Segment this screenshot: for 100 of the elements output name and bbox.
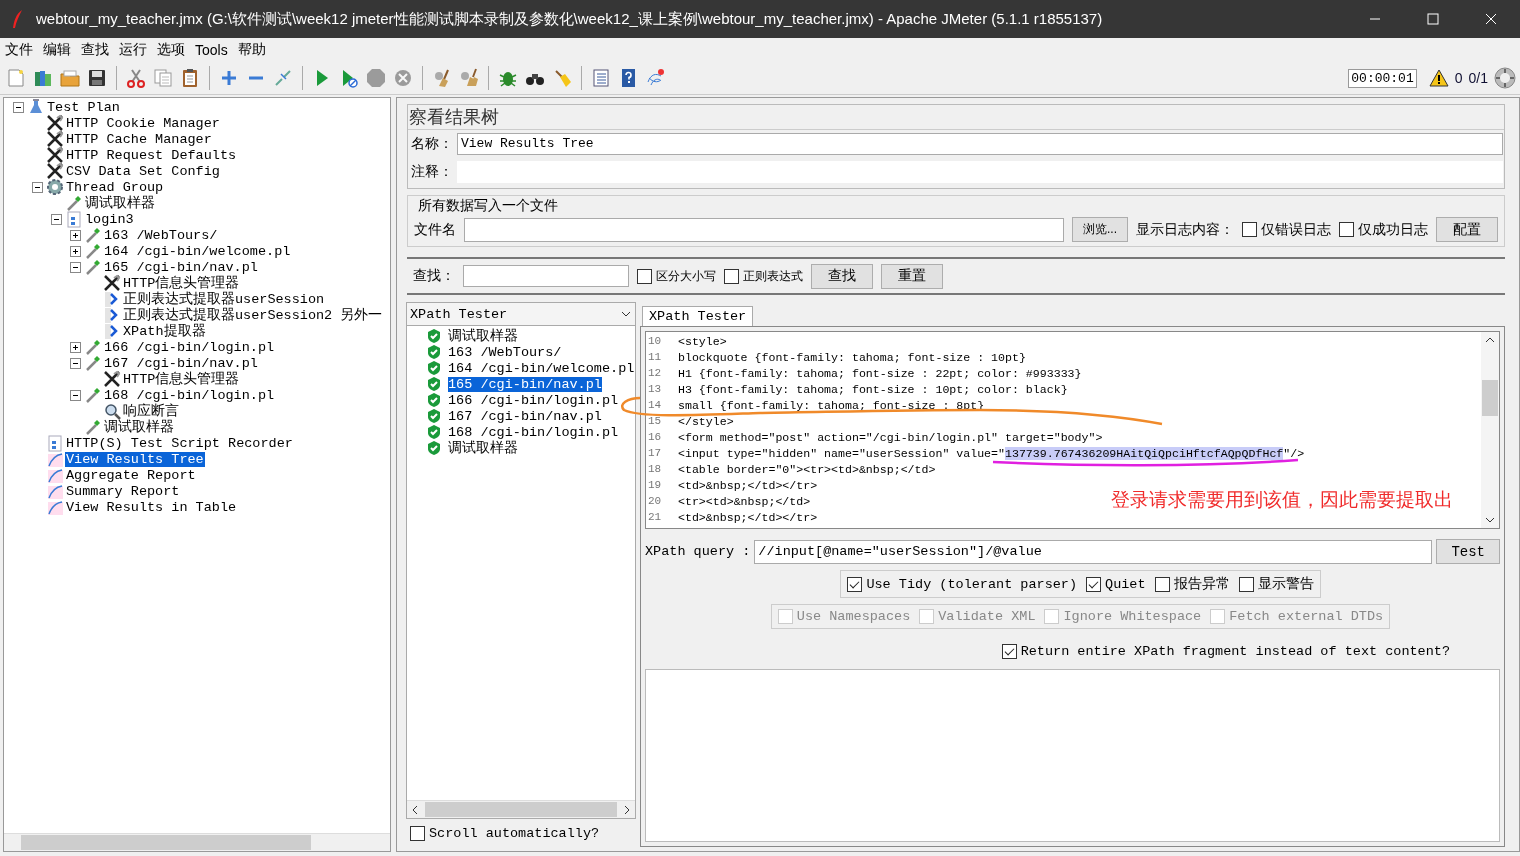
broom-icon[interactable] xyxy=(432,68,452,88)
checkbox[interactable] xyxy=(1001,643,1017,659)
tree-item[interactable]: View Results in Table xyxy=(65,499,238,515)
result-item[interactable]: 调试取样器 xyxy=(448,327,518,345)
checkbox[interactable] xyxy=(410,825,425,841)
tree-item[interactable]: 168 /cgi-bin/login.pl xyxy=(103,387,276,403)
tree-item[interactable]: Aggregate Report xyxy=(65,467,197,483)
expand-toggle[interactable] xyxy=(31,181,43,193)
result-item[interactable]: 167 /cgi-bin/nav.pl xyxy=(448,408,602,424)
checkbox[interactable] xyxy=(1242,222,1257,237)
tree-item[interactable]: Thread Group xyxy=(65,179,165,195)
expand-toggle[interactable] xyxy=(69,341,81,353)
tree-item[interactable]: 165 /cgi-bin/nav.pl xyxy=(103,259,259,275)
scrollbar[interactable] xyxy=(4,833,390,851)
menu-item[interactable]: 查找 xyxy=(80,41,110,59)
checkbox[interactable] xyxy=(637,268,652,284)
network-icon[interactable] xyxy=(645,68,665,88)
name-field[interactable]: View Results Tree xyxy=(457,133,1503,155)
tree-item[interactable]: 166 /cgi-bin/login.pl xyxy=(103,339,276,355)
comment-field[interactable] xyxy=(457,161,1503,183)
tree-item[interactable]: HTTP Cache Manager xyxy=(65,131,213,147)
test-button[interactable]: Test xyxy=(1436,539,1500,564)
tree-item[interactable]: View Results Tree xyxy=(65,451,205,467)
field-label: 文件名 xyxy=(414,220,456,239)
expand-toggle[interactable] xyxy=(69,245,81,257)
tree-item[interactable]: HTTP(S) Test Script Recorder xyxy=(65,435,294,451)
result-item[interactable]: 166 /cgi-bin/login.pl xyxy=(448,392,619,408)
pipette-icon xyxy=(84,338,102,356)
plus-icon[interactable] xyxy=(219,68,239,88)
check-shield-icon xyxy=(427,345,441,359)
menu-item[interactable]: 选项 xyxy=(156,41,186,59)
checkbox[interactable] xyxy=(1086,576,1102,592)
expand-toggle[interactable] xyxy=(12,101,24,113)
scrollbar[interactable] xyxy=(407,800,635,818)
tree-item[interactable]: 正则表达式提取器userSession xyxy=(122,291,326,307)
menu-item[interactable]: 编辑 xyxy=(42,41,72,59)
checkbox-label: Quiet xyxy=(1105,576,1146,592)
tree-item[interactable]: 正则表达式提取器userSession2 另外一 xyxy=(122,307,384,323)
expand-toggle[interactable] xyxy=(69,229,81,241)
tab[interactable]: XPath Tester xyxy=(642,306,754,326)
tree-item[interactable]: 163 /WebTours/ xyxy=(103,227,219,243)
menu-item[interactable]: 运行 xyxy=(118,41,148,59)
tree-item[interactable]: Test Plan xyxy=(46,99,121,115)
checkbox[interactable] xyxy=(1154,576,1170,592)
tools-icon xyxy=(46,146,64,164)
window-title: webtour_my_teacher.jmx (G:\软件测试\week12 jmeter性能测试脚本录制及参数化\week12_课上案例\webtour_my_teacher.jmx) - Apache JMeter (5.1.1 r1855137) xyxy=(36,9,1104,29)
tree-item[interactable]: 164 /cgi-bin/welcome.pl xyxy=(103,243,292,259)
menu-item[interactable]: 帮助 xyxy=(236,41,267,59)
search-field[interactable] xyxy=(463,265,629,287)
tree-item[interactable]: CSV Data Set Config xyxy=(65,163,221,179)
tree-item[interactable]: XPath提取器 xyxy=(122,323,207,339)
checkbox[interactable] xyxy=(847,576,863,592)
checkbox[interactable] xyxy=(1238,576,1254,592)
books-icon[interactable] xyxy=(33,68,53,88)
menu-item[interactable]: Tools xyxy=(194,42,229,58)
chart-icon xyxy=(46,482,64,500)
expand-toggle[interactable] xyxy=(69,261,81,273)
result-item[interactable]: 168 /cgi-bin/login.pl xyxy=(448,424,619,440)
broom-icon[interactable] xyxy=(459,68,479,88)
thread-count: 0/1 xyxy=(1468,70,1488,86)
tree-item[interactable]: HTTP Request Defaults xyxy=(65,147,238,163)
config-button[interactable]: 配置 xyxy=(1436,217,1498,242)
warning-icon xyxy=(1428,69,1449,87)
tree-item[interactable]: 167 /cgi-bin/nav.pl xyxy=(103,355,259,371)
tree-item[interactable]: 调试取样器 xyxy=(84,195,156,211)
scissors-icon[interactable] xyxy=(126,68,146,88)
circle-arrows-icon[interactable] xyxy=(1494,67,1516,89)
scroll-thumb[interactable] xyxy=(425,802,617,817)
result-item[interactable]: 164 /cgi-bin/welcome.pl xyxy=(448,360,635,376)
scrollbar[interactable] xyxy=(1481,332,1499,528)
renderer-dropdown[interactable]: XPath Tester xyxy=(406,302,636,326)
search-button[interactable]: 查找 xyxy=(811,263,873,289)
broom-icon[interactable] xyxy=(552,68,572,88)
search-button[interactable]: 重置 xyxy=(881,263,943,289)
folder-icon[interactable] xyxy=(60,68,80,88)
result-item[interactable]: 调试取样器 xyxy=(448,439,518,457)
code-line: <td>&nbsp;</td></tr> xyxy=(678,510,818,524)
filename-field[interactable] xyxy=(464,217,1064,242)
expand-toggle[interactable] xyxy=(69,389,81,401)
checkbox[interactable] xyxy=(724,268,739,284)
tree-item[interactable]: 调试取样器 xyxy=(103,419,175,435)
tree-item[interactable]: HTTP信息头管理器 xyxy=(122,371,241,387)
scroll-thumb[interactable] xyxy=(1482,380,1498,416)
magnifier-icon xyxy=(103,402,121,420)
tree-item[interactable]: HTTP Cookie Manager xyxy=(65,115,221,131)
scroll-thumb[interactable] xyxy=(21,835,311,850)
clipboard-icon[interactable] xyxy=(180,68,200,88)
result-item[interactable]: 163 /WebTours/ xyxy=(448,344,562,360)
menu-item[interactable]: 文件 xyxy=(4,41,34,59)
result-item[interactable]: 165 /cgi-bin/nav.pl xyxy=(448,376,602,392)
browse-button[interactable]: 浏览... xyxy=(1072,217,1128,242)
xpath-query-field[interactable]: //input[@name="userSession"]/@value xyxy=(754,539,1433,564)
expand-toggle[interactable] xyxy=(50,213,62,225)
tree-item[interactable]: Summary Report xyxy=(65,483,181,499)
chart-icon xyxy=(46,450,64,468)
expand-toggle[interactable] xyxy=(69,357,81,369)
tree-item[interactable]: login3 xyxy=(84,211,135,227)
checkbox[interactable] xyxy=(1339,222,1354,237)
tree-item[interactable]: 响应断言 xyxy=(122,403,180,419)
tree-item[interactable]: HTTP信息头管理器 xyxy=(122,275,241,291)
